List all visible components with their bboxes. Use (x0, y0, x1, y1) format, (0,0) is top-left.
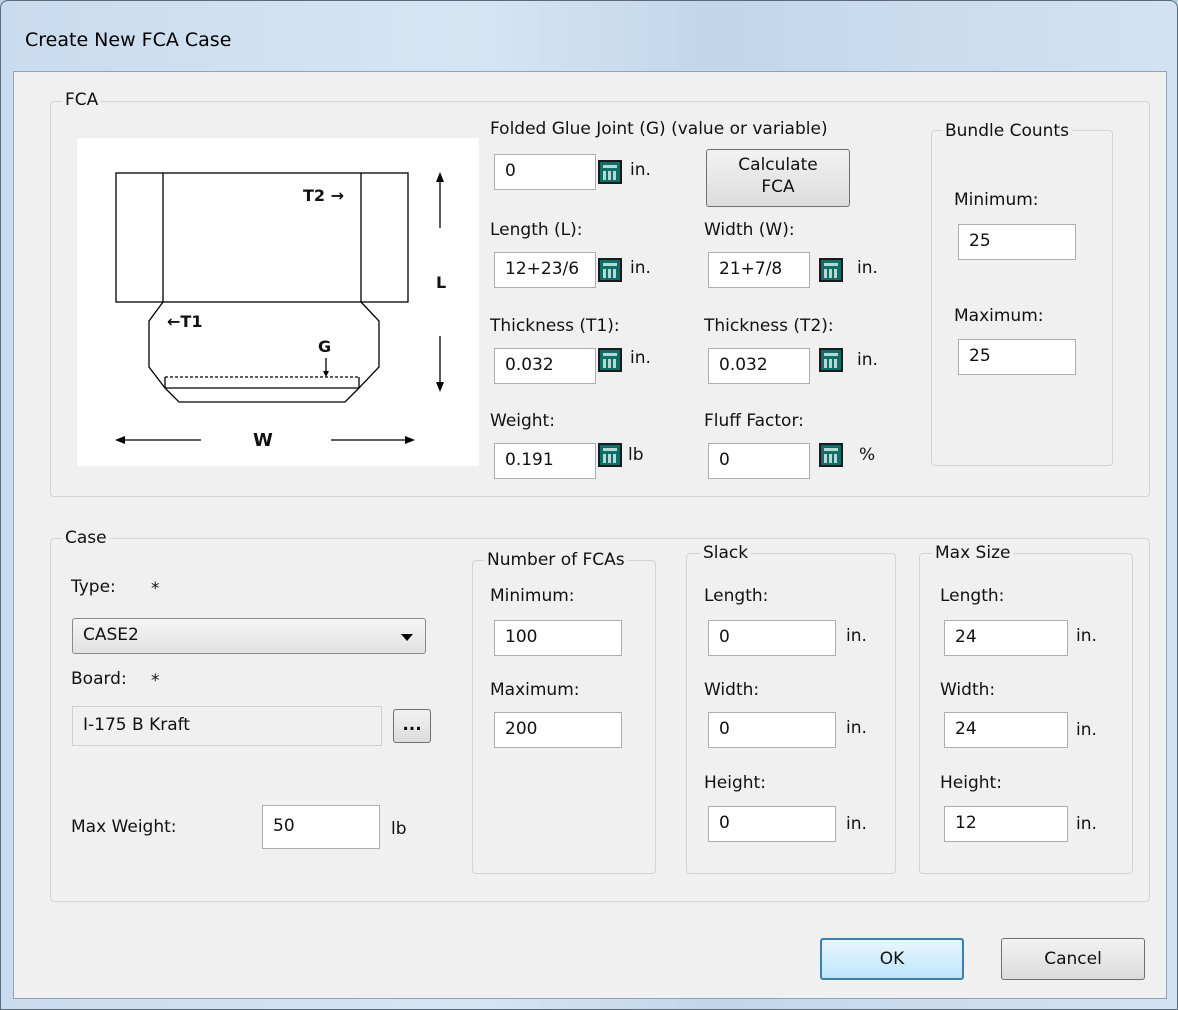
bundle-counts-group-label: Bundle Counts (942, 121, 1072, 141)
fluff-factor-label: Fluff Factor: (704, 411, 804, 431)
bundle-counts-group (931, 130, 1113, 466)
max-size-height-input[interactable]: 12 (944, 806, 1068, 842)
slack-length-input[interactable]: 0 (708, 620, 836, 656)
max-size-width-unit: in. (1076, 720, 1097, 740)
max-weight-unit: lb (391, 819, 407, 839)
thickness-t2-label: Thickness (T2): (704, 316, 834, 336)
bundle-min-label: Minimum: (954, 190, 1039, 210)
board-browse-button[interactable]: ... (393, 709, 431, 743)
fcas-min-input[interactable]: 100 (494, 620, 622, 656)
calculator-icon[interactable] (819, 258, 843, 282)
case-type-select[interactable]: CASE2 (72, 618, 426, 654)
slack-height-input[interactable]: 0 (708, 806, 836, 842)
diagram-label-t2: T2 → (303, 186, 345, 205)
number-of-fcas-group-label: Number of FCAs (484, 550, 628, 570)
thickness-t2-unit: in. (857, 350, 878, 370)
width-input[interactable]: 21+7/8 (708, 252, 810, 288)
max-size-height-label: Height: (940, 773, 1002, 793)
calculator-icon[interactable] (598, 160, 622, 184)
slack-group-label: Slack (700, 543, 752, 563)
max-size-length-label: Length: (940, 586, 1005, 606)
bundle-max-label: Maximum: (954, 306, 1044, 326)
window-title: Create New FCA Case (25, 29, 232, 51)
board-label: Board: (71, 669, 127, 689)
slack-height-label: Height: (704, 773, 766, 793)
width-label: Width (W): (704, 220, 795, 240)
calculator-icon[interactable] (819, 443, 843, 467)
max-weight-label: Max Weight: (71, 817, 177, 837)
dialog-window: Create New FCA Case FCA T2 → ←T1 G L W F… (0, 0, 1178, 1010)
calculator-icon[interactable] (598, 258, 622, 282)
case-type-value: CASE2 (83, 625, 139, 645)
max-weight-input[interactable]: 50 (262, 805, 380, 849)
max-size-width-input[interactable]: 24 (944, 712, 1068, 748)
cancel-button[interactable]: Cancel (1001, 938, 1145, 980)
weight-input[interactable]: 0.191 (494, 443, 596, 479)
width-unit: in. (857, 258, 878, 278)
slack-width-label: Width: (704, 680, 760, 700)
thickness-t1-label: Thickness (T1): (490, 316, 620, 336)
length-unit: in. (630, 258, 651, 278)
thickness-t2-input[interactable]: 0.032 (708, 348, 810, 384)
diagram-label-l: L (436, 273, 447, 292)
calculate-fca-button[interactable]: Calculate FCA (706, 149, 850, 207)
fluff-factor-unit: % (859, 445, 876, 465)
length-label: Length (L): (490, 220, 583, 240)
fluff-factor-input[interactable]: 0 (708, 443, 810, 479)
diagram-label-t1: ←T1 (167, 312, 203, 331)
calculator-icon[interactable] (819, 348, 843, 372)
glue-joint-label: Folded Glue Joint (G) (value or variable… (490, 119, 828, 139)
bundle-min-input[interactable]: 25 (958, 224, 1076, 260)
board-required-mark: * (151, 671, 160, 691)
slack-length-label: Length: (704, 586, 769, 606)
slack-height-unit: in. (846, 814, 867, 834)
bundle-max-input[interactable]: 25 (958, 339, 1076, 375)
calculator-icon[interactable] (598, 348, 622, 372)
calculator-icon[interactable] (598, 443, 622, 467)
slack-width-unit: in. (846, 718, 867, 738)
max-size-length-input[interactable]: 24 (944, 620, 1068, 656)
glue-joint-unit: in. (630, 160, 651, 180)
fca-diagram-drawing (115, 172, 444, 444)
slack-length-unit: in. (846, 626, 867, 646)
ok-button[interactable]: OK (820, 938, 964, 980)
max-size-height-unit: in. (1076, 814, 1097, 834)
max-size-length-unit: in. (1076, 626, 1097, 646)
fcas-min-label: Minimum: (490, 586, 575, 606)
fcas-max-label: Maximum: (490, 680, 580, 700)
title-bar[interactable]: Create New FCA Case (1, 1, 1177, 71)
diagram-label-g: G (318, 337, 332, 356)
case-group-label: Case (62, 528, 110, 548)
board-field[interactable]: I-175 B Kraft (72, 706, 382, 746)
dialog-client-area: FCA T2 → ←T1 G L W Folded Glue Joint (G)… (13, 71, 1167, 999)
weight-unit: lb (628, 445, 644, 465)
fca-diagram: T2 → ←T1 G L W (77, 138, 479, 466)
case-type-label: Type: (71, 577, 116, 597)
case-type-required-mark: * (151, 579, 160, 599)
slack-width-input[interactable]: 0 (708, 712, 836, 748)
weight-label: Weight: (490, 411, 555, 431)
length-input[interactable]: 12+23/6 (494, 252, 596, 288)
thickness-t1-input[interactable]: 0.032 (494, 348, 596, 384)
diagram-label-w: W (253, 430, 273, 451)
chevron-down-icon (401, 634, 413, 641)
fca-group-label: FCA (62, 90, 102, 110)
max-size-group-label: Max Size (932, 543, 1014, 563)
thickness-t1-unit: in. (630, 348, 651, 368)
fcas-max-input[interactable]: 200 (494, 712, 622, 748)
max-size-width-label: Width: (940, 680, 996, 700)
glue-joint-input[interactable]: 0 (494, 154, 596, 190)
